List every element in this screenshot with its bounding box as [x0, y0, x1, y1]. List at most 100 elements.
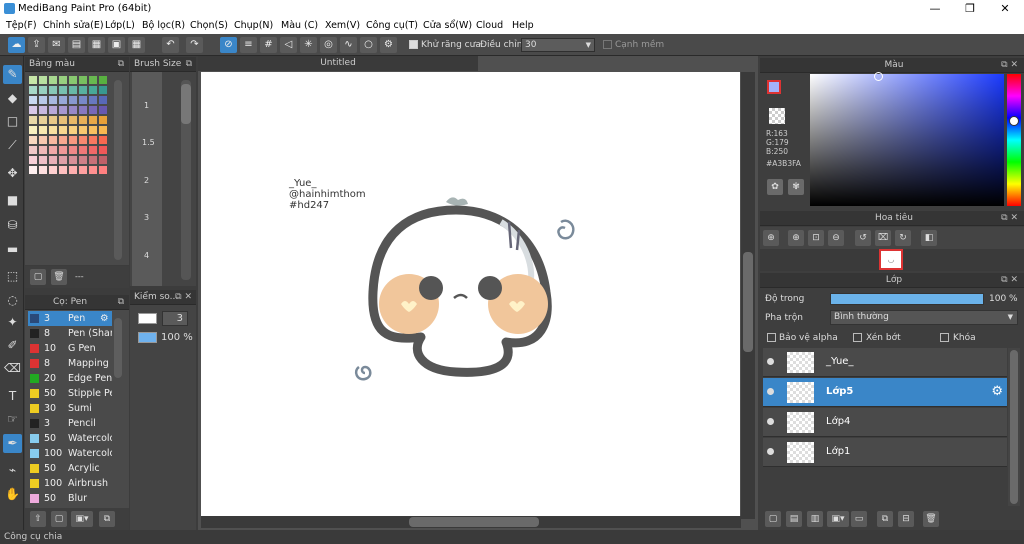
palette-swatch[interactable] — [99, 86, 107, 94]
palette-swatch[interactable] — [99, 146, 107, 154]
folder-icon[interactable]: ▭ — [851, 511, 867, 527]
palette-icon[interactable]: ✿ — [767, 179, 783, 195]
dot-tool-icon[interactable]: ⟋ — [3, 136, 22, 155]
merge-layer-icon[interactable]: ⊟ — [898, 511, 914, 527]
hue-handle[interactable] — [1009, 116, 1019, 126]
add-color-icon[interactable]: ▢ — [30, 269, 46, 285]
menu-filter[interactable]: Bộ lọc(R) — [142, 20, 185, 31]
expand-icon[interactable]: ⧉ ✕ — [1001, 58, 1018, 73]
brush-item[interactable]: 30 Sumi — [28, 401, 112, 416]
brush-item[interactable]: 50 Stipple Pen — [28, 386, 112, 401]
palette-swatch[interactable] — [49, 166, 57, 174]
size-3[interactable]: 3 — [144, 213, 149, 222]
palette-swatch[interactable] — [29, 136, 37, 144]
cloud-icon[interactable]: ☁ — [8, 37, 25, 53]
palette-swatch[interactable] — [69, 86, 77, 94]
palette-swatch[interactable] — [39, 96, 47, 104]
panel-icon[interactable]: ▣ — [108, 37, 125, 53]
expand-icon[interactable]: ⧉ ✕ — [1001, 273, 1018, 288]
palette-swatch[interactable] — [69, 136, 77, 144]
palette-swatch[interactable] — [49, 136, 57, 144]
shape-tool-icon[interactable]: □ — [3, 112, 22, 131]
flip-icon[interactable]: ◧ — [921, 230, 937, 246]
palette-swatch[interactable] — [79, 126, 87, 134]
hue-slider[interactable] — [1007, 74, 1021, 206]
picker-handle[interactable] — [874, 72, 883, 81]
palette-swatch[interactable] — [99, 106, 107, 114]
expand-icon[interactable]: ⧉ — [118, 57, 124, 72]
eyedropper-icon[interactable]: ⌁ — [3, 461, 22, 480]
divide-tool-icon[interactable]: ✒ — [3, 434, 22, 453]
size-1-5[interactable]: 1.5 — [142, 138, 155, 147]
menu-file[interactable]: Tệp(F) — [6, 20, 37, 31]
menu-snap[interactable]: Chụp(N) — [234, 20, 273, 31]
soft-edge-checkbox[interactable] — [603, 40, 612, 49]
layer-scrollbar[interactable] — [1008, 348, 1020, 506]
bucket-tool-icon[interactable]: ⛁ — [3, 216, 22, 235]
trash-icon[interactable]: 🗑 — [51, 269, 67, 285]
clipping-checkbox[interactable] — [853, 333, 862, 342]
close-button[interactable]: ✕ — [988, 0, 1022, 17]
expand-icon[interactable]: ⧉ — [118, 295, 124, 310]
copy-brush-icon[interactable]: ⧉ — [99, 511, 115, 527]
brush-item[interactable]: 50 Acrylic — [28, 461, 112, 476]
palette-swatch[interactable] — [29, 146, 37, 154]
hscroll-thumb[interactable] — [409, 517, 539, 527]
palette-swatch[interactable] — [79, 96, 87, 104]
palette-swatch[interactable] — [39, 136, 47, 144]
palette-swatch[interactable] — [99, 116, 107, 124]
ellipse-snap-icon[interactable]: ○ — [360, 37, 377, 53]
eye-icon[interactable] — [767, 418, 774, 425]
palette-swatch[interactable] — [39, 126, 47, 134]
palette-swatch[interactable] — [79, 106, 87, 114]
palette-swatch[interactable] — [89, 116, 97, 124]
operation-tool-icon[interactable]: ☞ — [3, 410, 22, 429]
upload-icon[interactable]: ⇪ — [28, 37, 45, 53]
palette-swatch[interactable] — [69, 126, 77, 134]
brush-opacity-value[interactable]: 100 % — [161, 332, 193, 343]
palette-swatch[interactable] — [79, 116, 87, 124]
zoom-out-icon[interactable]: ⊖ — [828, 230, 844, 246]
palette-scrollbar[interactable] — [114, 80, 122, 260]
maximize-button[interactable]: ❐ — [953, 0, 987, 17]
grid-snap-icon[interactable]: # — [260, 37, 277, 53]
palette-swatch[interactable] — [89, 166, 97, 174]
palette-swatch[interactable] — [59, 136, 67, 144]
grid-icon[interactable]: ▦ — [128, 37, 145, 53]
zoom-in-icon[interactable]: ⊕ — [763, 230, 779, 246]
palette-swatch[interactable] — [29, 106, 37, 114]
color-picker-icon[interactable]: ✾ — [788, 179, 804, 195]
protect-alpha-checkbox[interactable] — [767, 333, 776, 342]
palette-swatch[interactable] — [69, 76, 77, 84]
palette-swatch[interactable] — [29, 156, 37, 164]
palette-swatch[interactable] — [99, 156, 107, 164]
menu-select[interactable]: Chọn(S) — [190, 20, 228, 31]
palette-swatch[interactable] — [99, 136, 107, 144]
menu-edit[interactable]: Chỉnh sửa(E) — [43, 20, 104, 31]
brush-item-selected[interactable]: 3 Pen ⚙ — [28, 311, 112, 326]
size-4[interactable]: 4 — [144, 251, 149, 260]
palette-swatch[interactable] — [89, 96, 97, 104]
palette-swatch[interactable] — [79, 86, 87, 94]
palette-swatch[interactable] — [89, 146, 97, 154]
palette-swatch[interactable] — [49, 96, 57, 104]
new-layer-icon[interactable]: ▢ — [765, 511, 781, 527]
palette-swatch[interactable] — [79, 166, 87, 174]
expand-icon[interactable]: ⧉ — [186, 57, 192, 72]
page-icon[interactable]: ▤ — [68, 37, 85, 53]
palette-swatch[interactable] — [59, 96, 67, 104]
palette-swatch[interactable] — [89, 136, 97, 144]
expand-icon[interactable]: ⧉ ✕ — [1001, 211, 1018, 226]
palette-swatch[interactable] — [89, 156, 97, 164]
palette-swatch[interactable] — [69, 166, 77, 174]
comment-icon[interactable]: ✉ — [48, 37, 65, 53]
size-scroll-thumb[interactable] — [181, 84, 191, 124]
palette-swatch[interactable] — [59, 156, 67, 164]
duplicate-layer-icon[interactable]: ⧉ — [877, 511, 893, 527]
navigator-preview[interactable]: ◡ — [760, 249, 1024, 271]
foreground-color-swatch[interactable] — [767, 80, 781, 94]
palette-swatch[interactable] — [39, 146, 47, 154]
undo-button[interactable]: ↶ — [162, 37, 179, 53]
layer-row[interactable]: Lớp1 — [763, 438, 1007, 467]
palette-swatch[interactable] — [89, 126, 97, 134]
